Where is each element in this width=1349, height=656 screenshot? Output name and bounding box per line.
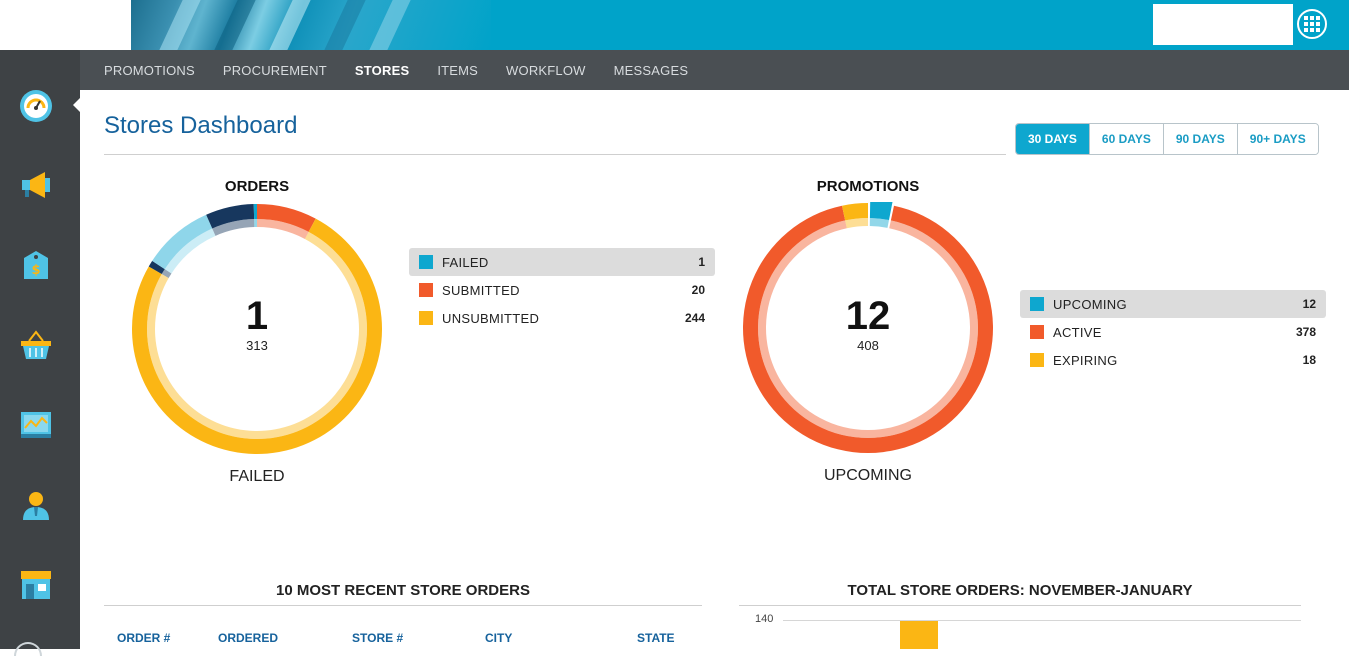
orders-arc-failed-inner[interactable] (254, 219, 257, 228)
total-orders-divider (739, 605, 1301, 606)
range-30-days-button[interactable]: 30 DAYS (1016, 124, 1089, 154)
nav-tab-promotions[interactable]: PROMOTIONS (104, 63, 195, 78)
basket-icon (21, 330, 51, 359)
page-title: Stores Dashboard (104, 112, 298, 139)
recent-orders-title: 10 MOST RECENT STORE ORDERS (276, 582, 530, 599)
promotions-legend-active[interactable]: ACTIVE 378 (1020, 318, 1326, 346)
promotions-legend: UPCOMING 12 ACTIVE 378 EXPIRING 18 (1020, 290, 1326, 374)
column-header-store-number[interactable]: STORE # (352, 631, 403, 645)
main-nav: PROMOTIONS PROCUREMENT STORES ITEMS WORK… (80, 50, 1349, 90)
user-icon (23, 492, 49, 520)
sidebar-active-indicator (73, 98, 80, 112)
sidebar-item-items[interactable] (16, 325, 56, 365)
store-icon (21, 571, 51, 599)
legend-label: UNSUBMITTED (442, 310, 540, 326)
legend-value: 20 (691, 283, 705, 297)
legend-swatch (419, 311, 433, 325)
range-60-days-button[interactable]: 60 DAYS (1088, 124, 1163, 154)
orders-legend-failed[interactable]: FAILED 1 (409, 248, 715, 276)
sidebar-item-dashboard[interactable] (16, 86, 56, 126)
legend-swatch (1030, 353, 1044, 367)
orders-legend-submitted[interactable]: SUBMITTED 20 (409, 276, 715, 304)
column-header-state[interactable]: STATE (637, 631, 675, 645)
sidebar-item-workflow[interactable] (16, 405, 56, 445)
nav-tab-items[interactable]: ITEMS (437, 63, 478, 78)
promotions-center-value: 12 (845, 294, 891, 338)
legend-label: ACTIVE (1053, 324, 1102, 340)
recent-orders-divider (104, 605, 702, 606)
legend-value: 1 (698, 255, 705, 269)
sidebar-item-promotions[interactable] (16, 165, 56, 205)
apps-grid-icon (1304, 16, 1320, 32)
orders-center-value: 1 (245, 294, 269, 338)
apps-grid-button[interactable] (1297, 9, 1327, 39)
legend-value: 244 (684, 311, 705, 325)
orders-legend-unsubmitted[interactable]: UNSUBMITTED 244 (409, 304, 715, 332)
orders-bar[interactable] (900, 621, 938, 649)
legend-label: EXPIRING (1053, 352, 1118, 368)
total-orders-title: TOTAL STORE ORDERS: NOVEMBER-JANUARY (847, 582, 1193, 599)
orders-selected-label: FAILED (229, 468, 285, 485)
orders-legend: FAILED 1 SUBMITTED 20 UNSUBMITTED 244 (409, 248, 715, 332)
nav-tab-messages[interactable]: MESSAGES (614, 63, 689, 78)
orders-chart-title: ORDERS (224, 178, 290, 195)
legend-swatch (419, 255, 433, 269)
column-header-order-number[interactable]: ORDER # (117, 631, 170, 645)
legend-label: SUBMITTED (442, 282, 520, 298)
legend-label: UPCOMING (1053, 296, 1127, 312)
legend-value: 378 (1295, 325, 1316, 339)
legend-value: 12 (1302, 297, 1316, 311)
promotions-selected-label: UPCOMING (824, 467, 912, 484)
y-axis-tick-label: 140 (755, 613, 774, 625)
legend-value: 18 (1302, 353, 1316, 367)
promotions-center-total: 408 (857, 338, 879, 353)
column-header-city[interactable]: CITY (485, 631, 512, 645)
sidebar: $ (0, 50, 80, 656)
promotions-arc-expiring[interactable] (842, 203, 868, 221)
promotions-legend-expiring[interactable]: EXPIRING 18 (1020, 346, 1326, 374)
column-header-ordered[interactable]: ORDERED (218, 631, 278, 645)
top-banner (0, 0, 1349, 50)
dashboard-gauge-icon (20, 90, 52, 122)
promotions-arc-upcoming[interactable] (869, 202, 893, 221)
orders-arc-failed[interactable] (253, 204, 257, 220)
range-90-days-button[interactable]: 90 DAYS (1162, 124, 1237, 154)
legend-swatch (419, 283, 433, 297)
legend-swatch (1030, 297, 1044, 311)
title-divider (104, 154, 1006, 155)
nav-tab-workflow[interactable]: WORKFLOW (506, 63, 586, 78)
svg-text:$: $ (31, 263, 40, 278)
nav-tab-procurement[interactable]: PROCUREMENT (223, 63, 327, 78)
chart-icon (21, 412, 51, 438)
sidebar-partial-icon (14, 642, 42, 656)
price-tag-icon: $ (24, 251, 48, 279)
sidebar-item-users[interactable] (16, 485, 56, 525)
nav-tab-stores[interactable]: STORES (355, 63, 409, 78)
logo-area (0, 0, 131, 50)
banner-artwork (131, 0, 491, 50)
chart-gridline (783, 620, 1301, 621)
orders-center-total: 313 (246, 338, 268, 353)
promotions-legend-upcoming[interactable]: UPCOMING 12 (1020, 290, 1326, 318)
range-90-plus-days-button[interactable]: 90+ DAYS (1236, 124, 1318, 154)
megaphone-icon (22, 172, 50, 198)
sidebar-item-stores[interactable] (16, 565, 56, 605)
legend-swatch (1030, 325, 1044, 339)
promotions-chart-title: PROMOTIONS (816, 178, 920, 195)
legend-label: FAILED (442, 254, 489, 270)
date-range-selector: 30 DAYS 60 DAYS 90 DAYS 90+ DAYS (1015, 123, 1319, 155)
header-search-input[interactable] (1153, 4, 1293, 45)
sidebar-item-procurement[interactable]: $ (16, 245, 56, 285)
